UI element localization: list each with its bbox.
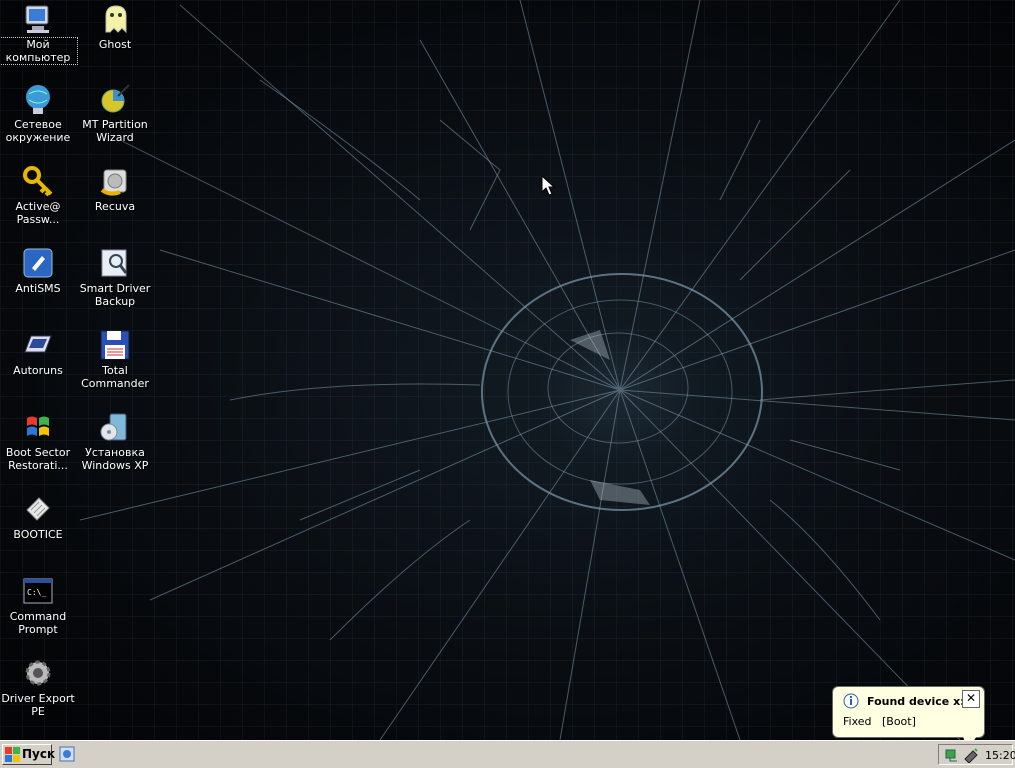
network-icon: [26, 85, 50, 114]
desktop-icon-label: BOOTICE: [13, 528, 63, 541]
desktop-icon-label: Boot Sector Restorati...: [5, 446, 71, 472]
desktop-icon-label: Smart Driver Backup: [79, 282, 151, 308]
system-tray: 15:20: [938, 744, 1015, 765]
my-computer-icon: [25, 5, 49, 33]
ghost-icon: [105, 5, 127, 34]
desktop-icon-antisms[interactable]: AntiSMS: [0, 246, 77, 295]
desktop-icon-label: Сетевое окружение: [5, 118, 71, 144]
desktop-icon-my-computer[interactable]: Мой компьютер: [0, 2, 78, 65]
quick-launch-explorer-icon[interactable]: [59, 746, 75, 762]
antisms-icon: [23, 248, 53, 278]
command-prompt-icon: C:\_: [23, 578, 53, 604]
windows-flag-icon: [27, 416, 49, 436]
desktop[interactable]: Мой компьютер Сетевое окружение Active@ …: [0, 0, 1015, 740]
desktop-icon-label: Driver Export PE: [1, 692, 75, 718]
balloon-text: Fixed [Boot]: [843, 715, 916, 728]
floppy-icon: [100, 330, 130, 360]
desktop-icon-label: AntiSMS: [15, 282, 61, 295]
close-button[interactable]: ✕: [962, 690, 980, 708]
desktop-icon-label: Autoruns: [13, 364, 63, 377]
desktop-icon-label: Total Commander: [81, 364, 149, 390]
key-icon: [23, 166, 53, 197]
desktop-icon-recuva[interactable]: Recuva: [76, 164, 154, 213]
recuva-icon: [100, 169, 127, 196]
driver-backup-icon: [101, 249, 128, 277]
desktop-icon-windows-xp-setup[interactable]: Установка Windows XP: [76, 410, 154, 472]
info-icon: [843, 693, 859, 709]
drive-tray-icon[interactable]: [963, 747, 979, 763]
clock[interactable]: 15:20: [985, 749, 1015, 762]
desktop-icon-autoruns[interactable]: Autoruns: [0, 328, 77, 377]
windows-logo-icon: [5, 747, 20, 762]
desktop-icon-total-commander[interactable]: Total Commander: [76, 328, 154, 390]
desktop-icon-mt-partition-wizard[interactable]: MT Partition Wizard: [76, 82, 154, 144]
desktop-icon-command-prompt[interactable]: C:\_ Command Prompt: [0, 574, 77, 636]
desktop-icon-label: Мой компьютер: [0, 37, 78, 65]
desktop-icon-label: Ghost: [98, 38, 132, 51]
desktop-icon-label: Установка Windows XP: [81, 446, 149, 472]
start-label: Пуск: [22, 747, 56, 761]
autoruns-icon: [24, 335, 52, 353]
close-icon: ✕: [965, 691, 977, 705]
desktop-icon-ghost[interactable]: Ghost: [76, 2, 154, 51]
mouse-cursor: [541, 175, 555, 196]
desktop-icon-smart-driver-backup[interactable]: Smart Driver Backup: [76, 246, 154, 308]
desktop-icon-bootice[interactable]: BOOTICE: [0, 492, 77, 541]
desktop-icon-label: Active@ Passw...: [15, 200, 61, 226]
network-tray-icon[interactable]: [944, 747, 960, 763]
bootice-icon: [26, 497, 50, 521]
taskbar: Пуск 15:20: [0, 740, 1015, 768]
windows-setup-icon: [100, 413, 127, 441]
desktop-icon-label: Recuva: [94, 200, 136, 213]
desktop-icon-label: Command Prompt: [9, 610, 67, 636]
balloon-title: Found device x:: [867, 695, 965, 708]
start-button[interactable]: Пуск: [2, 744, 56, 765]
notification-balloon[interactable]: Found device x: ✕ Fixed [Boot]: [832, 686, 985, 740]
svg-text:C:\_: C:\_: [27, 588, 46, 597]
desktop-icon-boot-sector-restoration[interactable]: Boot Sector Restorati...: [0, 410, 77, 472]
desktop-icon-network[interactable]: Сетевое окружение: [0, 82, 77, 144]
gear-icon: [25, 660, 51, 686]
partition-wizard-icon: [101, 84, 130, 113]
desktop-icon-label: MT Partition Wizard: [82, 118, 148, 144]
desktop-icon-driver-export-pe[interactable]: Driver Export PE: [0, 656, 77, 718]
desktop-icon-active-password[interactable]: Active@ Passw...: [0, 164, 77, 226]
